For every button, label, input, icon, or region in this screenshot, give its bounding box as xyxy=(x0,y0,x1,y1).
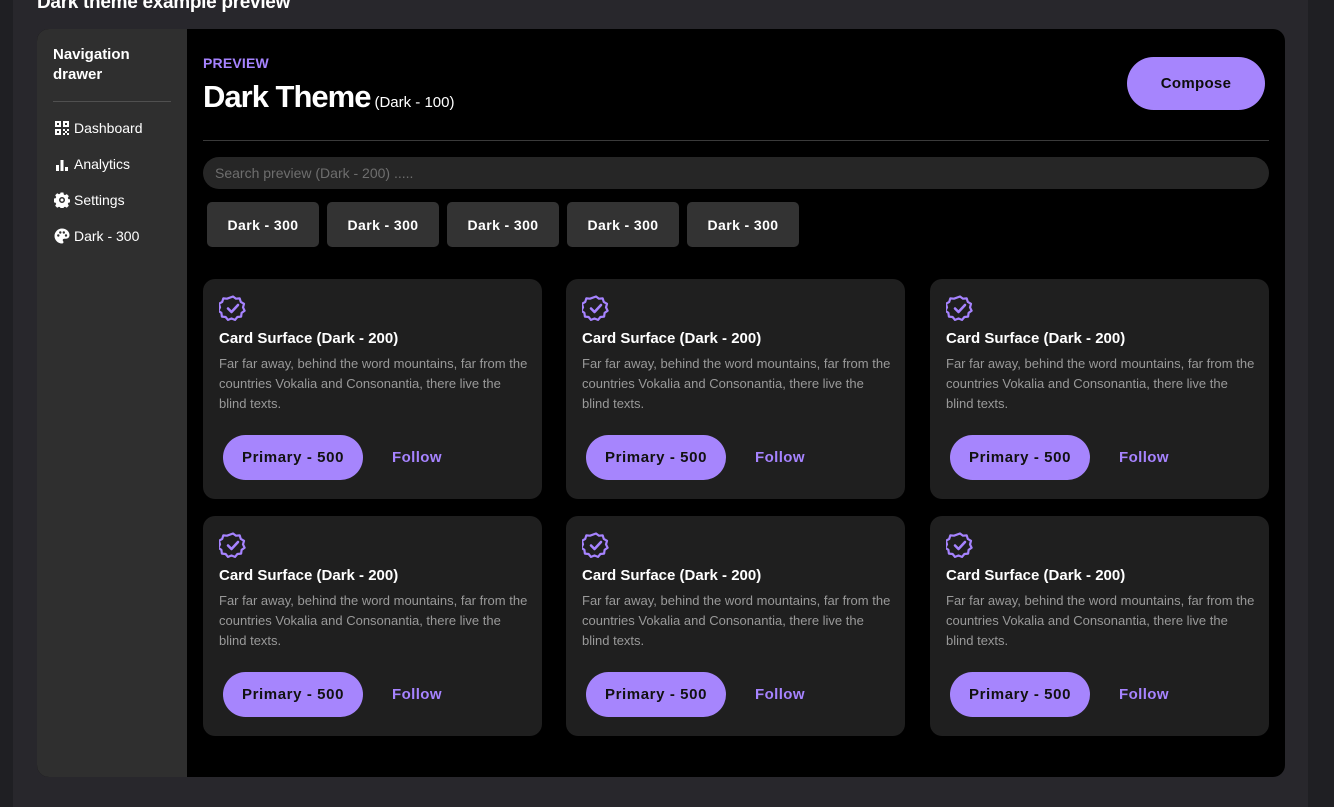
primary-button[interactable]: Primary - 500 xyxy=(950,435,1090,480)
follow-button[interactable]: Follow xyxy=(379,672,455,717)
primary-button[interactable]: Primary - 500 xyxy=(950,672,1090,717)
card: Card Surface (Dark - 200) Far far away, … xyxy=(566,516,905,736)
drawer-item-analytics[interactable]: Analytics xyxy=(53,152,130,176)
verified-badge-icon xyxy=(944,531,974,559)
drawer-item-label: Dashboard xyxy=(74,120,143,136)
card: Card Surface (Dark - 200) Far far away, … xyxy=(930,516,1269,736)
card: Card Surface (Dark - 200) Far far away, … xyxy=(566,279,905,499)
verified-badge-icon xyxy=(217,531,247,559)
card: Card Surface (Dark - 200) Far far away, … xyxy=(203,279,542,499)
primary-button[interactable]: Primary - 500 xyxy=(586,672,726,717)
card-body: Far far away, behind the word mountains,… xyxy=(946,356,1255,411)
card: Card Surface (Dark - 200) Far far away, … xyxy=(930,279,1269,499)
primary-button[interactable]: Primary - 500 xyxy=(223,672,363,717)
verified-badge-icon xyxy=(580,294,610,322)
compose-button[interactable]: Compose xyxy=(1127,57,1265,110)
card-title: Card Surface (Dark - 200) xyxy=(219,330,399,347)
preview-label: PREVIEW xyxy=(203,55,269,71)
chip[interactable]: Dark - 300 xyxy=(567,202,679,247)
chip[interactable]: Dark - 300 xyxy=(207,202,319,247)
drawer-item-settings[interactable]: Settings xyxy=(53,188,125,212)
app-frame: Navigation drawer Dashboard Analytics Se… xyxy=(37,29,1285,777)
card-title: Card Surface (Dark - 200) xyxy=(946,330,1126,347)
primary-button[interactable]: Primary - 500 xyxy=(586,435,726,480)
follow-button[interactable]: Follow xyxy=(742,435,818,480)
palette-icon xyxy=(53,228,70,245)
follow-button[interactable]: Follow xyxy=(379,435,455,480)
card-title: Card Surface (Dark - 200) xyxy=(582,567,762,584)
follow-button[interactable]: Follow xyxy=(1106,435,1182,480)
drawer-item-dark-300[interactable]: Dark - 300 xyxy=(53,224,139,248)
chip[interactable]: Dark - 300 xyxy=(687,202,799,247)
verified-badge-icon xyxy=(217,294,247,322)
dashboard-icon xyxy=(53,120,70,137)
card-body: Far far away, behind the word mountains,… xyxy=(582,356,891,411)
drawer-title: Navigation drawer xyxy=(53,46,130,83)
verified-badge-icon xyxy=(944,294,974,322)
chip[interactable]: Dark - 300 xyxy=(327,202,439,247)
card-body: Far far away, behind the word mountains,… xyxy=(946,593,1255,648)
main-content: PREVIEW Dark Theme(Dark - 100) Compose D… xyxy=(203,29,1269,777)
title-sub: (Dark - 100) xyxy=(374,94,455,111)
navigation-drawer: Navigation drawer Dashboard Analytics Se… xyxy=(37,29,187,777)
primary-button[interactable]: Primary - 500 xyxy=(223,435,363,480)
drawer-item-dashboard[interactable]: Dashboard xyxy=(53,116,143,140)
chip[interactable]: Dark - 300 xyxy=(447,202,559,247)
follow-button[interactable]: Follow xyxy=(742,672,818,717)
drawer-item-label: Settings xyxy=(74,192,125,208)
follow-button[interactable]: Follow xyxy=(1106,672,1182,717)
drawer-item-label: Dark - 300 xyxy=(74,228,140,244)
title-main: Dark Theme xyxy=(203,79,371,114)
card: Card Surface (Dark - 200) Far far away, … xyxy=(203,516,542,736)
card-title: Card Surface (Dark - 200) xyxy=(946,567,1126,584)
card-title: Card Surface (Dark - 200) xyxy=(219,567,399,584)
gear-icon xyxy=(53,192,70,209)
drawer-item-label: Analytics xyxy=(74,156,131,172)
bar-chart-icon xyxy=(53,156,70,173)
search-input[interactable] xyxy=(203,157,1269,189)
drawer-divider xyxy=(53,101,171,102)
page-title: Dark Theme (Dark - 100) xyxy=(203,79,455,115)
card-title: Card Surface (Dark - 200) xyxy=(582,330,762,347)
header-divider xyxy=(203,140,1269,141)
card-body: Far far away, behind the word mountains,… xyxy=(219,593,528,648)
card-body: Far far away, behind the word mountains,… xyxy=(219,356,528,411)
card-body: Far far away, behind the word mountains,… xyxy=(582,593,891,648)
verified-badge-icon xyxy=(580,531,610,559)
chip-row: Dark - 300 Dark - 300 Dark - 300 Dark - … xyxy=(207,202,799,247)
page-heading: Dark theme example preview xyxy=(37,0,291,13)
